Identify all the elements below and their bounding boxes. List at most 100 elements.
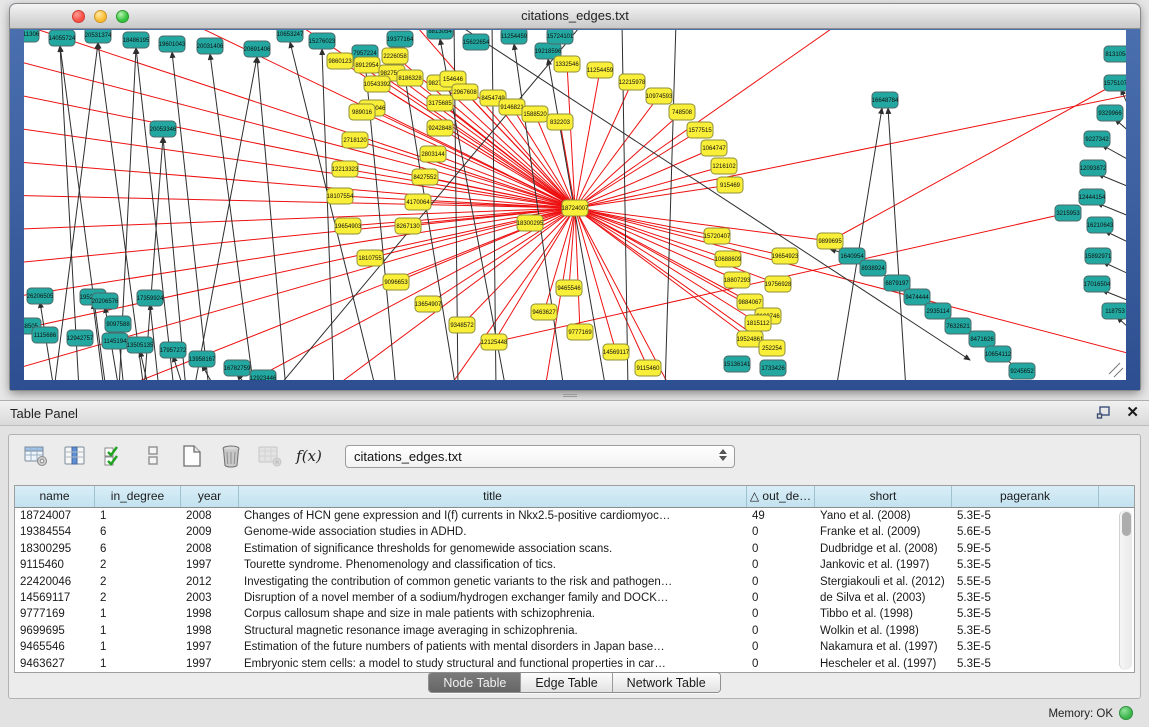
graph-node[interactable]: 8131054 <box>1104 46 1126 62</box>
tab-network-table[interactable]: Network Table <box>613 673 720 692</box>
table-row[interactable]: 2242004622012Investigating the contribut… <box>15 574 1134 590</box>
graph-node[interactable]: 18107554 <box>327 188 354 204</box>
graph-node[interactable]: 12215978 <box>619 74 646 90</box>
graph-node[interactable]: 8813054 <box>427 30 453 39</box>
tab-node-table[interactable]: Node Table <box>429 673 521 692</box>
graph-node[interactable]: 1810755 <box>357 250 383 266</box>
table-row[interactable]: 946554611997Estimation of the future num… <box>15 639 1134 655</box>
graph-node[interactable]: 9348572 <box>449 317 475 333</box>
graph-node[interactable]: 9860123 <box>327 53 353 69</box>
graph-node[interactable]: 12444154 <box>1079 189 1106 205</box>
column-header[interactable]: △ out_de… <box>747 486 815 507</box>
graph-node[interactable]: 10653247 <box>277 30 304 42</box>
graph-node[interactable]: 15136141 <box>724 356 751 372</box>
graph-node[interactable]: 18486195 <box>123 32 150 48</box>
float-panel-icon[interactable] <box>1096 405 1112 421</box>
graph-node[interactable]: 17957272 <box>160 342 187 358</box>
graph-node[interactable]: 15720407 <box>704 228 731 244</box>
graph-node[interactable]: 18300295 <box>517 215 544 231</box>
function-builder-button[interactable]: f(x) <box>296 443 322 469</box>
column-header[interactable]: in_degree <box>95 486 181 507</box>
graph-node[interactable]: 8427552 <box>412 169 438 185</box>
graph-node[interactable]: 6879197 <box>884 275 910 291</box>
graph-node[interactable]: 20053346 <box>150 121 177 137</box>
graph-node[interactable]: 20206576 <box>92 293 119 309</box>
graph-node[interactable]: 8186328 <box>397 70 423 86</box>
graph-node[interactable]: 9463627 <box>531 304 557 320</box>
table-options-button[interactable] <box>23 443 49 469</box>
graph-node[interactable]: 10688609 <box>715 251 742 267</box>
graph-node[interactable]: 26206505 <box>27 288 54 304</box>
rows-button[interactable] <box>140 443 166 469</box>
graph-node[interactable]: 15622654 <box>463 34 490 50</box>
graph-node[interactable]: 15892971 <box>1085 248 1112 264</box>
graph-node[interactable]: 16210643 <box>1087 217 1114 233</box>
graph-node[interactable]: 9245652 <box>1009 363 1035 379</box>
graph-node[interactable]: 11254459 <box>587 62 614 78</box>
graph-node[interactable]: 2803144 <box>420 146 446 162</box>
table-row[interactable]: 977716911998Corpus callosum shape and si… <box>15 606 1134 622</box>
graph-node[interactable]: 19654923 <box>772 248 799 264</box>
graph-node[interactable]: 9096653 <box>383 274 409 290</box>
graph-node[interactable]: 2718120 <box>342 132 368 148</box>
graph-node[interactable]: 19601043 <box>159 36 186 52</box>
graph-node[interactable]: 1145194 <box>102 333 128 349</box>
graph-node[interactable]: 18724007 <box>562 200 589 216</box>
graph-node[interactable]: 12125448 <box>481 334 508 350</box>
graph-node[interactable]: 1216102 <box>711 158 737 174</box>
graph-node[interactable]: 9227342 <box>1084 131 1110 147</box>
graph-node[interactable]: 9146821 <box>499 99 525 115</box>
graph-node[interactable]: 832203 <box>547 114 573 130</box>
network-canvas[interactable]: 1841130614055724205313741848619519601043… <box>24 30 1126 380</box>
graph-node[interactable]: 12942757 <box>67 330 94 346</box>
graph-node[interactable]: 14055724 <box>49 30 76 46</box>
graph-node[interactable]: 252254 <box>759 340 785 356</box>
table-row[interactable]: 1830029562008Estimation of significance … <box>15 541 1134 557</box>
graph-node[interactable]: 18807293 <box>724 272 751 288</box>
table-row[interactable]: 1872400712008Changes of HCN gene express… <box>15 508 1134 524</box>
graph-node[interactable]: 19654903 <box>335 218 362 234</box>
graph-node[interactable]: 8267130 <box>395 218 421 234</box>
window-titlebar[interactable]: citations_edges.txt <box>10 4 1140 29</box>
graph-node[interactable]: 20531374 <box>85 30 112 43</box>
graph-node[interactable]: 915469 <box>717 177 743 193</box>
table-selector-dropdown[interactable]: citations_edges.txt <box>345 445 735 468</box>
graph-node[interactable]: 4170064 <box>405 194 431 210</box>
graph-node[interactable]: 1815112 <box>745 315 771 331</box>
graph-node[interactable]: 19377164 <box>387 31 414 47</box>
close-panel-icon[interactable]: ✕ <box>1126 405 1139 421</box>
table-row[interactable]: 946362711997Embryonic stem cells: a mode… <box>15 656 1134 672</box>
graph-node[interactable]: 2935114 <box>925 303 951 319</box>
select-columns-button[interactable] <box>101 443 127 469</box>
graph-node[interactable]: 14569117 <box>603 344 630 360</box>
column-header[interactable]: pagerank <box>952 486 1099 507</box>
graph-node[interactable]: 11254459 <box>501 30 528 44</box>
graph-node[interactable]: 1332546 <box>554 56 580 72</box>
graph-node[interactable]: 989016 <box>349 104 375 120</box>
graph-node[interactable]: 12923446 <box>250 370 277 380</box>
graph-node[interactable]: 748508 <box>669 104 695 120</box>
graph-node[interactable]: 12093872 <box>1080 160 1107 176</box>
table-scrollbar-thumb[interactable] <box>1122 512 1131 536</box>
graph-node[interactable]: 20691406 <box>244 41 271 57</box>
graph-node[interactable]: 15724101 <box>547 30 574 44</box>
memory-ok-indicator[interactable] <box>1119 706 1133 720</box>
graph-node[interactable]: 8471626 <box>969 331 995 347</box>
graph-node[interactable]: 16782759 <box>224 360 251 376</box>
graph-node[interactable]: 9242848 <box>427 120 453 136</box>
graph-node[interactable]: 13505135 <box>127 337 154 353</box>
graph-node[interactable]: 13958167 <box>189 351 216 367</box>
graph-node[interactable]: 17359924 <box>137 290 164 306</box>
graph-node[interactable]: 9899695 <box>817 233 843 249</box>
column-header[interactable]: short <box>815 486 952 507</box>
column-header[interactable]: year <box>181 486 239 507</box>
graph-node[interactable]: 15276023 <box>309 33 336 49</box>
graph-node[interactable]: 8938924 <box>860 260 886 276</box>
graph-node[interactable]: 15751074 <box>1104 75 1126 91</box>
show-column-button[interactable] <box>62 443 88 469</box>
table-scrollbar[interactable] <box>1119 510 1132 670</box>
graph-node[interactable]: 9777169 <box>567 324 593 340</box>
graph-node[interactable]: 1588520 <box>522 106 548 122</box>
graph-node[interactable]: 20031406 <box>197 38 224 54</box>
graph-node[interactable]: 1115686 <box>32 327 58 343</box>
